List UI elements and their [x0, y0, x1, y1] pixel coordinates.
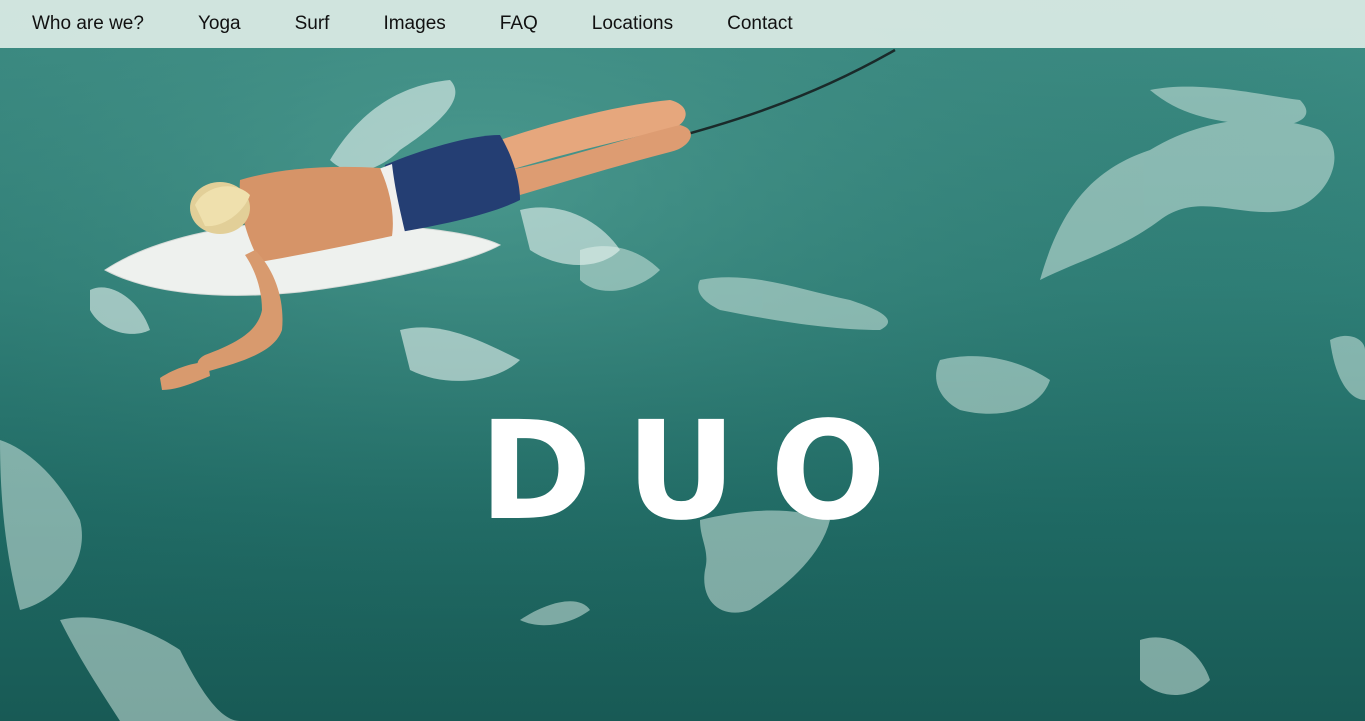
nav-link-who-are-we[interactable]: Who are we? — [32, 0, 144, 48]
surfer-ocean-illustration — [0, 0, 1365, 721]
nav-link-faq[interactable]: FAQ — [500, 0, 538, 48]
nav-link-locations[interactable]: Locations — [592, 0, 673, 48]
nav-link-images[interactable]: Images — [383, 0, 445, 48]
hero-title: DUO — [479, 393, 920, 551]
landing-page: Who are we? Yoga Surf Images FAQ Locatio… — [0, 0, 1365, 721]
nav-link-surf[interactable]: Surf — [295, 0, 330, 48]
top-navigation-bar: Who are we? Yoga Surf Images FAQ Locatio… — [0, 0, 1365, 48]
nav-link-yoga[interactable]: Yoga — [198, 0, 241, 48]
hero-background-image — [0, 0, 1365, 721]
nav-link-contact[interactable]: Contact — [727, 0, 792, 48]
